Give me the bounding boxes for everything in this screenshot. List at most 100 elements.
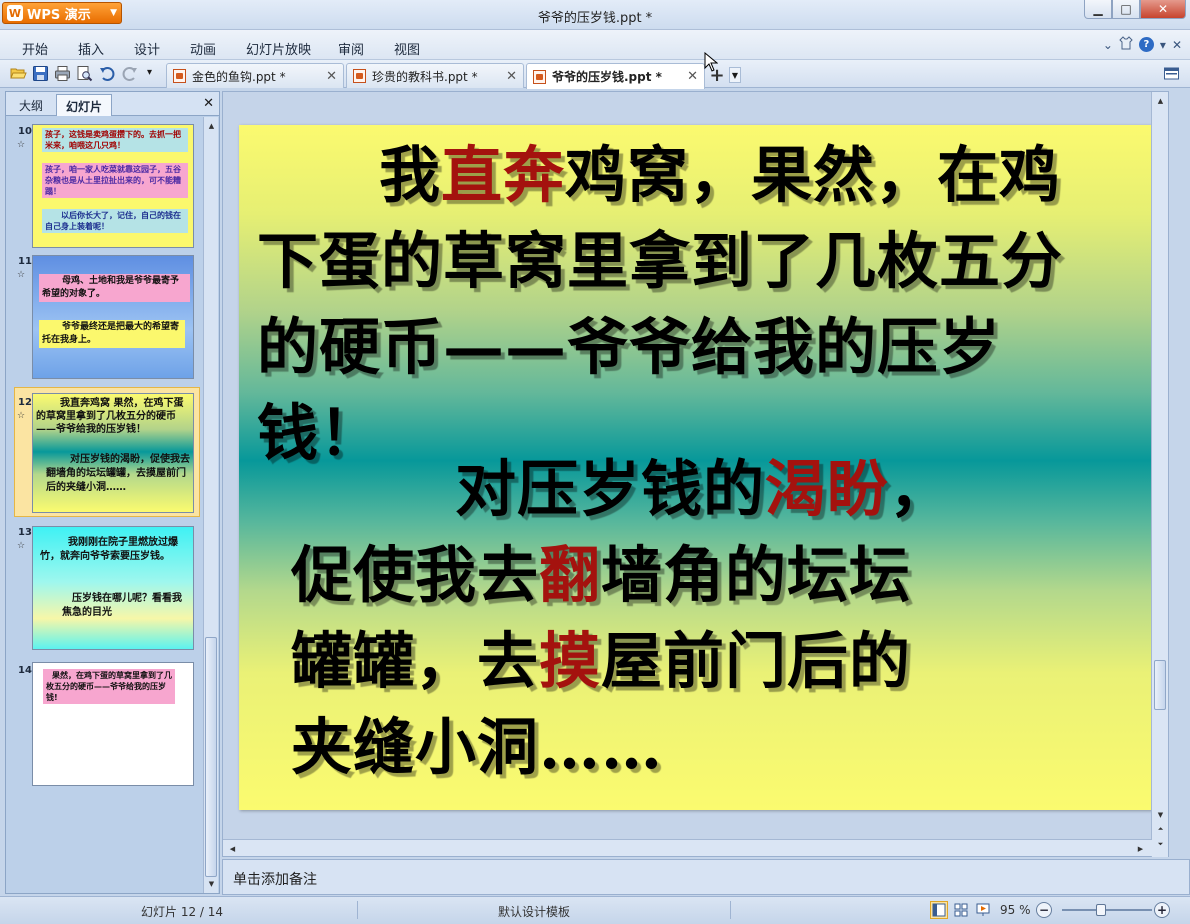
ribbon-collapse-icon[interactable]: ⌄ xyxy=(1103,38,1113,52)
doc-tab-golden-fishhook[interactable]: 金色的鱼钩.ppt * ✕ xyxy=(166,63,344,88)
normal-view-icon[interactable] xyxy=(930,901,948,919)
slide-thumbnail-14[interactable]: 果然，在鸡下蛋的草窝里拿到了几枚五分的硬币——爷爷给我的压岁钱! xyxy=(32,662,194,786)
slide-text-line[interactable]: 夹缝小洞…… xyxy=(291,703,663,793)
slide-text-run: 屋前门后的 xyxy=(601,626,912,697)
slide-text-line[interactable]: 对压岁钱的渴盼， xyxy=(455,445,951,535)
menu-insert[interactable]: 插入 xyxy=(78,39,104,58)
tab-close-icon[interactable]: ✕ xyxy=(326,69,337,84)
menu-right-tools: ⌄ ? ▾ ✕ xyxy=(1103,36,1182,53)
scroll-right-icon[interactable]: ▶ xyxy=(1133,841,1148,856)
slide-thumbnail-11[interactable]: 母鸡、土地和我是爷爷最寄予希望的对象了。 爷爷最终还是把最大的希望寄托在我身上。 xyxy=(32,255,194,379)
thumbnail-number: 14 xyxy=(18,665,32,676)
tab-outline[interactable]: 大纲 xyxy=(10,94,52,116)
redo-icon[interactable] xyxy=(121,65,138,82)
thumbnail-scrollbar[interactable]: ▲ ▼ xyxy=(203,117,218,893)
thumbnail-text: 果然，在鸡下蛋的草窝里拿到了几枚五分的硬币——爷爷给我的压岁钱! xyxy=(43,669,175,704)
scroll-up-icon[interactable]: ▲ xyxy=(1153,93,1168,108)
scrollbar-thumb[interactable] xyxy=(205,637,217,877)
open-folder-icon[interactable] xyxy=(10,65,27,82)
slide-text-run: 墙角的坛坛 xyxy=(601,540,912,611)
thumbnail-text: 以后你长大了，记住，自己的钱在自己身上装着呢！ xyxy=(42,209,188,233)
thumbnail-text: 孩子，这钱是卖鸡蛋攒下的。去抓一把米来，咱喂这几只鸡！ xyxy=(42,128,188,152)
thumbnail-number: 13 xyxy=(18,527,32,538)
scroll-down-icon[interactable]: ▼ xyxy=(204,876,219,891)
slide-vertical-scrollbar[interactable]: ▲ ▼ ⏶ ⏷ xyxy=(1151,92,1168,857)
slide-thumbnail-12[interactable]: 我直奔鸡窝 果然，在鸡下蛋的草窝里拿到了几枚五分的硬币——爷爷给我的压岁钱！ 对… xyxy=(32,393,194,513)
skin-shirt-icon[interactable] xyxy=(1119,36,1133,53)
slide-horizontal-scrollbar[interactable]: ◀ ▶ xyxy=(223,839,1152,856)
thumbnail-text: 孩子，咱一家人吃菜就靠这园子，五谷杂粮也是从土里拉扯出来的，可不能糟蹋！ xyxy=(42,163,188,198)
restore-ribbon-icon[interactable]: ✕ xyxy=(1172,38,1182,52)
previous-slide-icon[interactable]: ⏶ xyxy=(1153,822,1168,837)
notes-placeholder: 单击添加备注 xyxy=(233,872,317,888)
mouse-cursor-icon xyxy=(704,51,719,75)
animation-star-icon: ☆ xyxy=(17,541,26,551)
slide-text-line[interactable]: 罐罐，去摸屋前门后的 xyxy=(291,617,911,707)
tab-close-icon[interactable]: ✕ xyxy=(506,69,517,84)
notes-pane[interactable]: 单击添加备注 xyxy=(222,859,1190,895)
title-bar: W WPS 演示 ▼ 爷爷的压岁钱.ppt * ▁ □ ✕ xyxy=(0,0,1190,30)
minimize-button[interactable]: ▁ xyxy=(1084,0,1112,19)
thumbnail-text: 对压岁钱的渴盼，促使我去翻墙角的坛坛罐罐，去摸屋前门后的夹缝小洞…… xyxy=(46,454,190,493)
slide-text-line[interactable]: 的硬币——爷爷给我的压岁 xyxy=(257,303,1001,393)
scrollbar-thumb[interactable] xyxy=(1154,660,1166,710)
current-slide[interactable]: 我直奔鸡窝，果然，在鸡 下蛋的草窝里拿到了几枚五分 的硬币——爷爷给我的压岁 钱… xyxy=(239,125,1154,810)
zoom-percentage[interactable]: 95 % xyxy=(1000,903,1031,917)
close-button[interactable]: ✕ xyxy=(1140,0,1186,19)
thumbnail-text: 我刚刚在院子里燃放过爆竹，就奔向爷爷索要压岁钱。 xyxy=(40,537,178,562)
menu-animation[interactable]: 动画 xyxy=(190,39,216,58)
design-template-label[interactable]: 默认设计模板 xyxy=(498,903,570,920)
animation-star-icon: ☆ xyxy=(17,411,26,421)
undo-icon[interactable] xyxy=(99,65,116,82)
slide-text-line[interactable]: 我直奔鸡窝，果然，在鸡 xyxy=(379,131,1061,221)
ppt-file-icon xyxy=(173,69,186,83)
zoom-slider-handle[interactable] xyxy=(1096,904,1106,916)
tab-close-icon[interactable]: ✕ xyxy=(687,69,698,84)
tab-list-dropdown-icon[interactable]: ▼ xyxy=(729,67,741,83)
scroll-down-icon[interactable]: ▼ xyxy=(1153,807,1168,822)
save-icon[interactable] xyxy=(32,65,49,82)
emphasis-text: 翻 xyxy=(539,540,602,611)
thumbnail-text: 我直奔鸡窝 果然，在鸡下蛋的草窝里拿到了几枚五分的硬币——爷爷给我的压岁钱！ xyxy=(36,398,184,435)
scroll-left-icon[interactable]: ◀ xyxy=(225,841,240,856)
next-slide-icon[interactable]: ⏷ xyxy=(1153,837,1168,852)
menu-review[interactable]: 审阅 xyxy=(338,39,364,58)
menu-home[interactable]: 开始 xyxy=(22,39,48,58)
window-layout-icon[interactable] xyxy=(1163,65,1180,82)
doc-tab-grandpa-lucky-money[interactable]: 爷爷的压岁钱.ppt * ✕ xyxy=(526,63,705,89)
slides-panel: 大纲 幻灯片 ✕ 10 ☆ 孩子，这钱是卖鸡蛋攒下的。去抓一把米来，咱喂这几只鸡… xyxy=(5,91,220,894)
status-divider xyxy=(357,901,358,919)
thumbnail-number: 11 xyxy=(18,256,32,267)
menu-view[interactable]: 视图 xyxy=(394,39,420,58)
print-icon[interactable] xyxy=(54,65,71,82)
menu-design[interactable]: 设计 xyxy=(134,39,160,58)
slide-text-run: 罐罐，去 xyxy=(291,626,540,697)
slide-text-line[interactable]: 钱！ xyxy=(257,389,381,479)
doc-tab-label: 爷爷的压岁钱.ppt * xyxy=(552,70,662,84)
emphasis-text: 摸 xyxy=(539,626,602,697)
toolbar-customize-icon[interactable]: ▾ xyxy=(147,67,164,84)
slide-text-line[interactable]: 促使我去翻墙角的坛坛 xyxy=(291,531,911,621)
slide-thumbnail-13[interactable]: 我刚刚在院子里燃放过爆竹，就奔向爷爷索要压岁钱。 压岁钱在哪儿呢？看看我焦急的目… xyxy=(32,526,194,650)
print-preview-icon[interactable] xyxy=(76,65,93,82)
slide-editing-area: 我直奔鸡窝，果然，在鸡 下蛋的草窝里拿到了几枚五分 的硬币——爷爷给我的压岁 钱… xyxy=(222,91,1169,857)
slideshow-view-icon[interactable] xyxy=(974,901,992,919)
zoom-in-icon[interactable]: + xyxy=(1154,902,1170,918)
panel-close-icon[interactable]: ✕ xyxy=(203,96,214,111)
zoom-out-icon[interactable]: − xyxy=(1036,902,1052,918)
zoom-slider-track[interactable] xyxy=(1062,909,1152,911)
menu-slideshow[interactable]: 幻灯片放映 xyxy=(246,39,311,58)
help-icon[interactable]: ? xyxy=(1138,37,1154,52)
slide-thumbnail-10[interactable]: 孩子，这钱是卖鸡蛋攒下的。去抓一把米来，咱喂这几只鸡！ 孩子，咱一家人吃菜就靠这… xyxy=(32,124,194,248)
maximize-button[interactable]: □ xyxy=(1112,0,1140,19)
scroll-up-icon[interactable]: ▲ xyxy=(204,118,219,133)
tab-slides[interactable]: 幻灯片 xyxy=(56,94,113,116)
doc-tab-precious-textbook[interactable]: 珍贵的教科书.ppt * ✕ xyxy=(346,63,524,88)
slide-text-line[interactable]: 下蛋的草窝里拿到了几枚五分 xyxy=(257,217,1063,307)
thumbnail-text: 爷爷最终还是把最大的希望寄托在我身上。 xyxy=(39,320,185,348)
window-title: 爷爷的压岁钱.ppt * xyxy=(537,11,653,26)
help-dropdown-icon[interactable]: ▾ xyxy=(1160,38,1166,52)
slide-sorter-view-icon[interactable] xyxy=(952,901,970,919)
quick-toolbar: ▾ 金色的鱼钩.ppt * ✕ 珍贵的教科书.ppt * ✕ 爷爷的压岁钱.pp… xyxy=(0,60,1190,89)
slide-text-run: 对压岁钱的 xyxy=(455,454,766,525)
